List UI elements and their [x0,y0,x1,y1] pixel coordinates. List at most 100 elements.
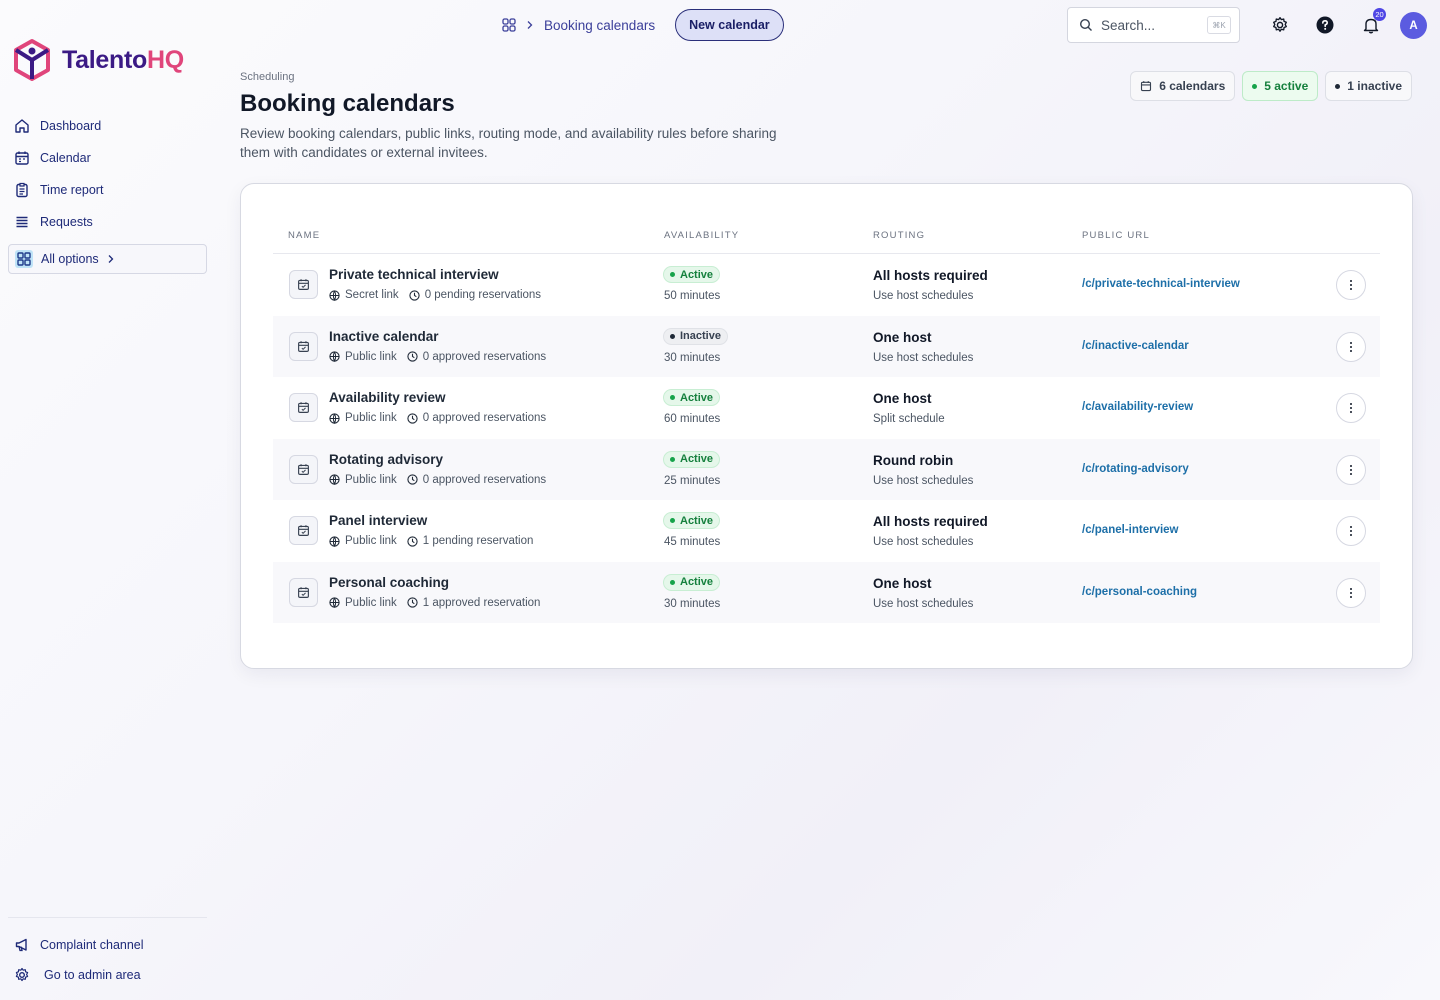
status-dot-icon [1252,83,1258,89]
calendar-icon [289,577,318,607]
status-label: Active [680,576,714,588]
public-url-link[interactable]: /c/personal-coaching [1082,586,1197,598]
new-calendar-button[interactable]: New calendar [675,9,784,41]
sidebar-item-calendar[interactable]: Calendar [14,142,103,174]
search-input[interactable]: Search... ⌘K [1067,7,1240,43]
routing-mode: One host [873,391,932,406]
table-row[interactable]: Inactive calendar Public link 0 approved… [273,315,1380,377]
table-row[interactable]: Private technical interview Secret link … [273,254,1380,315]
sidebar-item-complaint-channel[interactable]: Complaint channel [14,930,144,960]
clock-icon [407,412,418,424]
status-badge: Inactive [663,327,728,345]
status-label: Active [680,268,714,281]
search-icon [1079,18,1093,32]
status-label: Active [680,514,714,527]
page-description: Review booking calendars, public links, … [240,126,777,160]
breadcrumb-current[interactable]: Booking calendars [544,18,655,33]
calendar-meta: Secret link 0 pending reservations [329,289,551,301]
sidebar-item-label: Calendar [40,151,91,165]
row-actions-button[interactable] [1336,393,1366,423]
megaphone-icon [14,937,30,953]
reservations-count: 1 approved reservation [407,597,540,609]
schedule-mode: Use host schedules [873,536,974,548]
public-url-link[interactable]: /c/rotating-advisory [1082,463,1189,475]
row-actions-button[interactable] [1336,516,1366,546]
clock-icon [407,351,418,362]
routing-mode: All hosts required [873,268,988,283]
more-vertical-icon [1349,464,1353,476]
apps-grid-icon[interactable] [502,18,516,32]
calendar-meta: Public link 0 approved reservations [329,351,556,363]
calendar-name[interactable]: Inactive calendar [329,329,439,344]
settings-button[interactable] [1268,13,1292,37]
calendar-icon [289,270,318,299]
reservations-label: 0 approved reservations [422,412,547,424]
table-row[interactable]: Panel interview Public link 1 pending re… [273,500,1380,561]
clipboard-icon [14,182,30,198]
link-type: Public link [329,597,397,609]
row-actions-button[interactable] [1336,454,1366,485]
schedule-mode: Use host schedules [873,351,974,364]
notification-count-badge: 20 [1373,8,1386,21]
status-badge: Active [663,450,721,468]
notifications-button[interactable]: 20 [1359,8,1386,37]
row-actions-button[interactable] [1336,331,1366,362]
gear-icon [1271,16,1289,34]
status-badge: Active [663,266,721,283]
all-options-button[interactable]: All options [8,244,207,274]
reservations-count: 0 approved reservations [407,412,546,424]
sidebar-item-admin-area[interactable]: Go to admin area [14,960,144,990]
sidebar-item-requests[interactable]: Requests [14,206,103,238]
globe-icon [329,289,340,301]
logo[interactable]: TalentoHQ [12,38,184,82]
public-url-link[interactable]: /c/private-technical-interview [1082,278,1240,290]
status-badge: Active [663,512,721,529]
schedule-mode: Use host schedules [873,290,974,302]
table-row[interactable]: Availability review Public link 0 approv… [273,377,1380,438]
row-actions-button[interactable] [1336,577,1366,608]
link-type-label: Public link [345,412,397,424]
sidebar-item-label: Requests [40,215,93,229]
column-header-public-url: PUBLIC URL [1082,230,1150,241]
status-dot-icon [670,579,675,585]
link-type-label: Public link [345,596,397,609]
sidebar-item-time-report[interactable]: Time report [14,174,103,206]
reservations-count: 1 pending reservation [407,535,533,547]
link-type-label: Secret link [345,289,399,301]
breadcrumb: Booking calendars New calendar [502,9,784,41]
stat-inactive-label: 1 inactive [1347,79,1402,93]
public-url-link[interactable]: /c/panel-interview [1082,524,1179,536]
table-row[interactable]: Personal coaching Public link 1 approved… [273,561,1380,623]
table-row[interactable]: Rotating advisory Public link 0 approved… [273,438,1380,500]
avatar[interactable]: A [1400,12,1427,39]
brand-name: TalentoHQ [62,45,184,74]
clock-icon [407,474,418,485]
sidebar-bottom-nav: Complaint channel Go to admin area [14,930,144,990]
status-label: Active [680,453,714,465]
sidebar-nav: Dashboard Calendar Time report Requests [14,110,103,238]
duration: 30 minutes [664,351,721,364]
public-url-link[interactable]: /c/availability-review [1082,401,1193,413]
calendar-name[interactable]: Availability review [329,390,446,405]
calendar-name[interactable]: Rotating advisory [329,452,443,467]
list-icon [14,214,30,230]
sidebar-item-label: Complaint channel [40,938,144,952]
sidebar-divider [8,917,207,918]
help-button[interactable] [1313,13,1337,37]
column-header-availability: AVAILABILITY [664,230,740,241]
link-type: Public link [329,535,397,547]
link-type: Public link [329,351,397,363]
row-actions-button[interactable] [1336,270,1366,300]
calendar-icon [289,331,318,361]
page-eyebrow: Scheduling [240,71,295,83]
calendar-name[interactable]: Panel interview [329,513,427,528]
routing-mode: Round robin [873,452,954,468]
grid-icon [15,250,33,268]
status-dot-icon [670,456,675,462]
public-url-link[interactable]: /c/inactive-calendar [1082,340,1189,352]
stat-calendars-label: 6 calendars [1159,79,1226,93]
calendar-name[interactable]: Personal coaching [329,575,449,590]
sidebar-item-dashboard[interactable]: Dashboard [14,110,103,142]
calendar-name[interactable]: Private technical interview [329,267,499,282]
reservations-label: 0 approved reservations [422,473,547,486]
